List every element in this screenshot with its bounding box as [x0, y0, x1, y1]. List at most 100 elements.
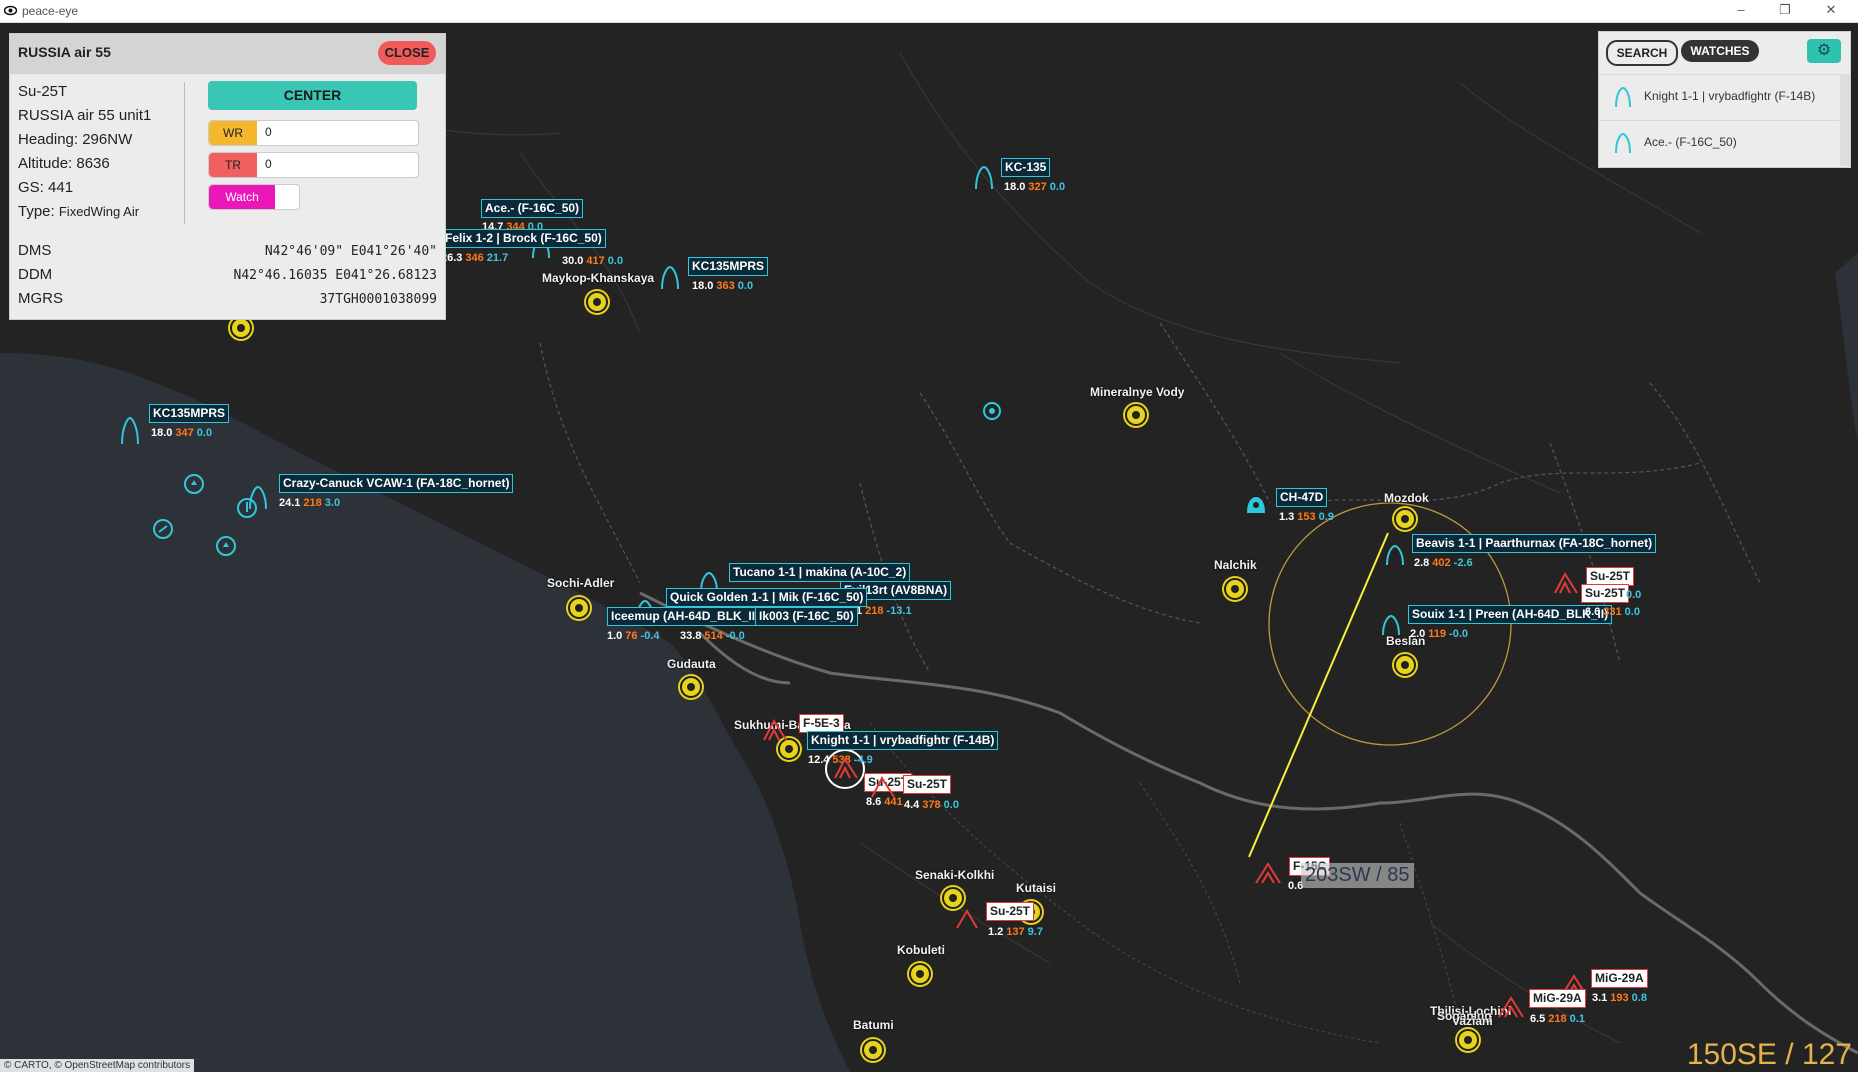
sam-site-icon[interactable] — [980, 399, 1004, 423]
close-button[interactable]: CLOSE — [378, 41, 436, 65]
airport-icon[interactable] — [862, 1039, 884, 1061]
unit-class: Type: FixedWing Air — [18, 203, 140, 220]
unit-stats: 26.3 346 21.7 — [441, 252, 509, 264]
unit-info-header: RUSSIA air 55 CLOSE — [10, 34, 445, 74]
window-titlebar: peace-eye – ❐ ✕ — [0, 0, 1858, 23]
unit-label[interactable]: Ik003 (F-16C_50) — [755, 607, 858, 626]
unit-label[interactable]: KC-135 — [1001, 158, 1051, 177]
city-label: Batumi — [853, 1018, 894, 1032]
unit-label[interactable]: Quick Golden 1-1 | Mik (F-16C_50) — [666, 588, 868, 607]
watch-list-item[interactable]: Knight 1-1 | vrybadfightr (F-14B) — [1599, 74, 1839, 119]
unit-label[interactable]: MiG-29A — [1591, 969, 1648, 988]
friendly-aircraft-icon[interactable] — [118, 414, 142, 446]
watches-scrollbar[interactable] — [1840, 74, 1850, 166]
city-label: Sochi-Adler — [547, 576, 615, 590]
unit-label[interactable]: Su-25T — [986, 902, 1035, 921]
airport-icon[interactable] — [909, 963, 931, 985]
bearing-readout: 203SW / 85 — [1301, 863, 1414, 888]
search-tab[interactable]: SEARCH — [1606, 40, 1678, 66]
city-label: Kutaisi — [1016, 881, 1057, 895]
watches-tab[interactable]: WATCHES — [1681, 40, 1759, 62]
friendly-aircraft-icon — [1615, 86, 1631, 108]
close-window-icon[interactable]: ✕ — [1822, 2, 1840, 18]
unit-stats: 1.2 137 9.7 — [988, 926, 1043, 938]
ground-unit-icon[interactable] — [215, 535, 237, 557]
unit-stats: 4.4 378 0.0 — [904, 799, 959, 811]
unit-label[interactable]: KC135MPRS — [149, 404, 230, 423]
ground-unit-icon[interactable] — [152, 518, 174, 540]
friendly-aircraft-icon[interactable] — [246, 483, 270, 511]
watch-item-label: Ace.- (F-16C_50) — [1644, 135, 1737, 149]
friendly-aircraft-icon — [1615, 132, 1631, 154]
friendly-aircraft-icon[interactable] — [1384, 543, 1406, 567]
unit-label[interactable]: CH-47D — [1276, 488, 1328, 507]
dms-value: N42°46'09" E041°26'40" — [264, 244, 437, 259]
unit-label[interactable]: Ace.- (F-16C_50) — [481, 199, 584, 218]
unit-label[interactable]: Felix 1-2 | Brock (F-16C_50) — [441, 229, 606, 248]
city-label: Gudauta — [667, 657, 716, 671]
unit-stats: 6.6 331 0.0 — [1585, 606, 1640, 618]
unit-label[interactable]: Knight 1-1 | vrybadfightr (F-14B) — [807, 731, 999, 750]
unit-heading: Heading: 296NW — [18, 131, 133, 148]
info-divider — [184, 82, 185, 224]
tr-tag: TR — [209, 153, 257, 177]
helicopter-icon[interactable] — [1244, 493, 1268, 515]
tr-field[interactable]: TR 0 — [208, 152, 419, 178]
friendly-aircraft-icon[interactable] — [658, 263, 682, 291]
unit-label[interactable]: Su-25T — [903, 775, 952, 794]
unit-label[interactable]: Iceemup (AH-64D_BLK_II) — [607, 607, 764, 626]
map-attribution[interactable]: © CARTO, © OpenStreetMap contributors — [0, 1059, 195, 1072]
airport-icon[interactable] — [230, 317, 252, 339]
airport-icon[interactable] — [586, 291, 608, 313]
unit-label[interactable]: Crazy-Canuck VCAW-1 (FA-18C_hornet) — [279, 474, 514, 493]
unit-label[interactable]: Souix 1-1 | Preen (AH-64D_BLK_II) — [1408, 605, 1613, 624]
airport-icon[interactable] — [1457, 1029, 1479, 1051]
unit-label[interactable]: MiG-29A — [1529, 989, 1586, 1008]
airport-icon[interactable] — [680, 676, 702, 698]
wr-tag: WR — [209, 121, 257, 145]
unit-stats: 18.0 363 0.0 — [692, 280, 754, 292]
unit-ground-speed: GS: 441 — [18, 179, 74, 196]
ground-unit-icon[interactable] — [183, 473, 205, 495]
bullseye-readout: 150SE / 127 — [1686, 1038, 1852, 1071]
tr-value: 0 — [265, 157, 272, 171]
airport-icon[interactable] — [1224, 578, 1246, 600]
city-label: Nalchik — [1214, 558, 1257, 572]
unit-label[interactable]: Tucano 1-1 | makina (A-10C_2) — [729, 563, 911, 582]
airport-icon[interactable] — [1125, 404, 1147, 426]
unit-stats: 1.0 76 -0.4 — [607, 630, 660, 642]
friendly-aircraft-icon[interactable] — [972, 163, 996, 191]
hostile-aircraft-icon[interactable] — [1497, 995, 1525, 1019]
dms-label: DMS — [18, 242, 52, 259]
hostile-aircraft-icon[interactable] — [1553, 571, 1579, 595]
watch-list-item[interactable]: Ace.- (F-16C_50) — [1599, 120, 1839, 165]
wr-field[interactable]: WR 0 — [208, 120, 419, 146]
gear-icon[interactable]: ⚙ — [1807, 39, 1841, 63]
airport-icon[interactable] — [1394, 508, 1416, 530]
minimize-icon[interactable]: – — [1732, 2, 1750, 17]
unit-stats: 30.0 417 0.0 — [562, 255, 624, 267]
airport-icon[interactable] — [568, 597, 590, 619]
hostile-aircraft-icon[interactable] — [833, 756, 859, 780]
unit-name: RUSSIA air 55 unit1 — [18, 107, 152, 124]
airport-icon[interactable] — [1394, 654, 1416, 676]
unit-stats: 6.5 218 0.1 — [1530, 1013, 1585, 1025]
hostile-aircraft-icon[interactable] — [762, 718, 788, 742]
restore-icon[interactable]: ❐ — [1776, 2, 1794, 18]
city-label: Senaki-Kolkhi — [915, 868, 995, 882]
airport-icon[interactable] — [942, 887, 964, 909]
helicopter-icon[interactable] — [1380, 613, 1402, 637]
map-canvas[interactable]: Maykop-Khanskaya Mineralnye Vody Mozdok … — [0, 23, 1858, 1072]
hostile-aircraft-icon[interactable] — [1254, 861, 1282, 885]
unit-label[interactable]: Beavis 1-1 | Paarthurnax (FA-18C_hornet) — [1412, 534, 1657, 553]
unit-type: Su-25T — [18, 83, 68, 100]
unit-altitude: Altitude: 8636 — [18, 155, 110, 172]
watch-toggle[interactable]: Watch — [208, 184, 300, 210]
center-button[interactable]: CENTER — [208, 81, 417, 110]
hostile-aircraft-icon[interactable] — [955, 908, 979, 930]
watch-item-label: Knight 1-1 | vrybadfightr (F-14B) — [1644, 89, 1816, 103]
unit-label[interactable]: KC135MPRS — [688, 257, 769, 276]
unit-stats: 18.0 327 0.0 — [1004, 181, 1066, 193]
hostile-aircraft-icon[interactable] — [870, 775, 896, 799]
city-label: Maykop-Khanskaya — [542, 271, 655, 285]
